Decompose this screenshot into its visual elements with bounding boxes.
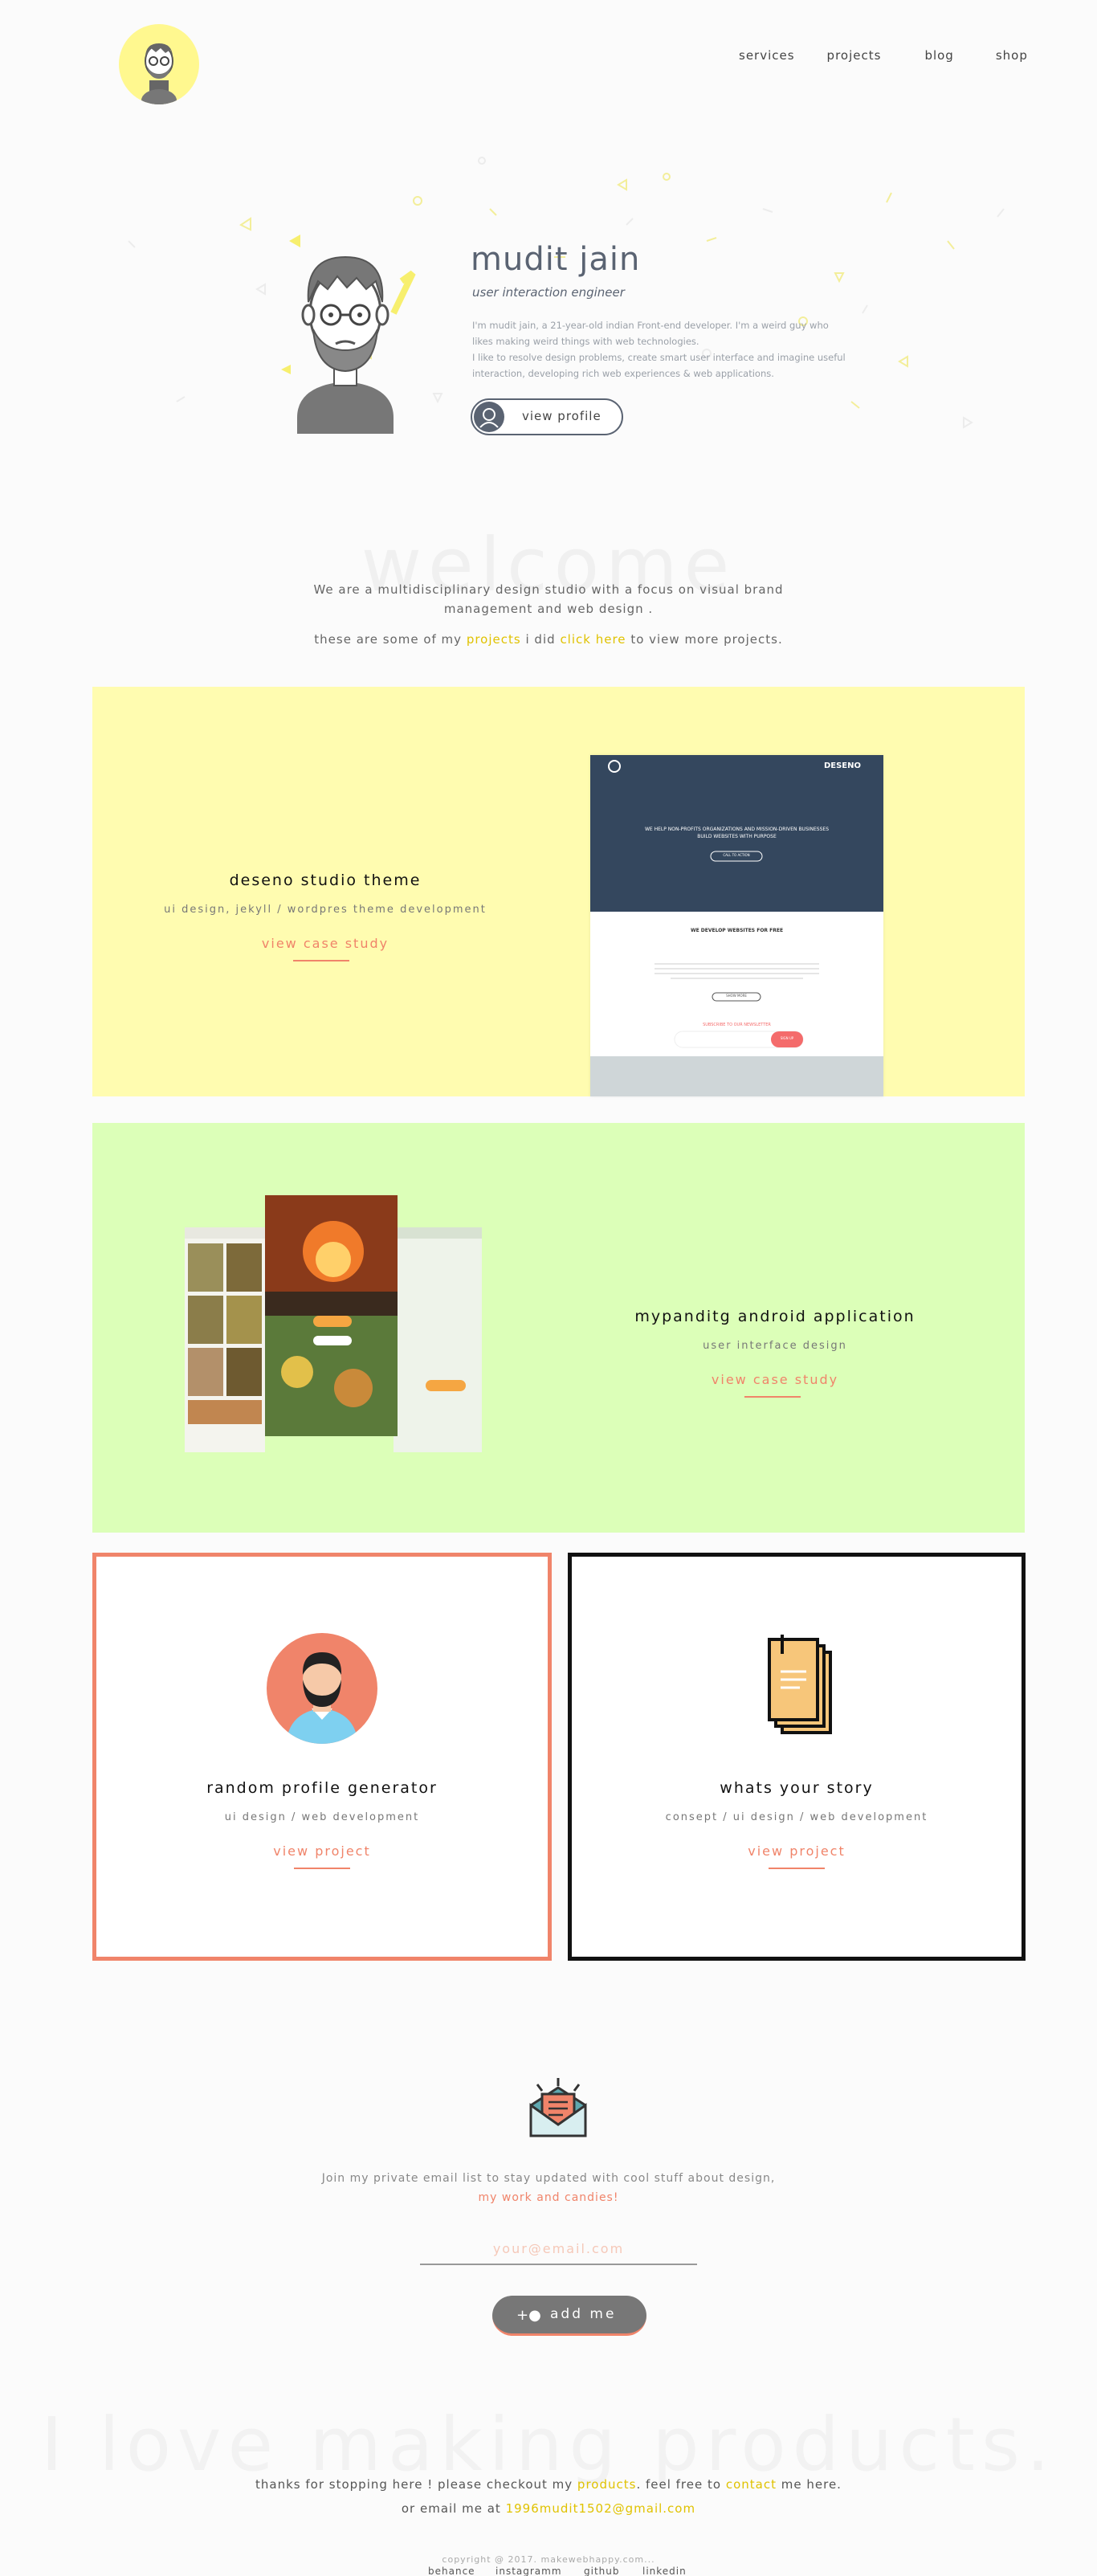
project-card-deseno: deseno studio theme ui design, jekyll / … xyxy=(92,687,1025,1096)
thanks-line1: thanks for stopping here ! please checko… xyxy=(227,2472,870,2496)
projects-intro-prefix: these are some of my xyxy=(314,632,463,647)
link-underline xyxy=(744,1396,801,1398)
project-title: mypanditg android application xyxy=(634,1308,916,1325)
project-subtitle: ui design, jekyll / wordpres theme devel… xyxy=(164,904,487,916)
add-me-button[interactable]: +● add me xyxy=(492,2296,646,2336)
deseno-hero: DESENO WE HELP NON-PROFITS ORGANIZATIONS… xyxy=(590,755,883,912)
view-profile-label: view profile xyxy=(522,409,602,423)
profile-generator-icon xyxy=(267,1633,377,1744)
hero-section: mudit jain user interaction engineer I'm… xyxy=(273,217,846,458)
projects-intro-suffix: to view more projects. xyxy=(630,632,783,647)
deseno-newsletter: SUBSCRIBE TO OUR NEWSLETTER xyxy=(703,1023,771,1027)
deseno-screenshot: DESENO WE HELP NON-PROFITS ORGANIZATIONS… xyxy=(590,755,883,1096)
add-me-label: add me xyxy=(550,2306,617,2322)
mudit-avatar-icon xyxy=(281,235,416,434)
nav-services[interactable]: services xyxy=(739,48,795,63)
project-card-random-profile: random profile generator ui design / web… xyxy=(92,1553,552,1961)
avatar-icon xyxy=(141,43,177,104)
email-link[interactable]: 1996mudit1502@gmail.com xyxy=(506,2501,696,2516)
header: services projects blog shop xyxy=(0,0,1097,112)
link-underline xyxy=(294,1868,350,1869)
contact-link[interactable]: contact xyxy=(726,2477,777,2492)
hero-name: mudit jain xyxy=(471,241,641,278)
add-user-icon: +● xyxy=(516,2307,541,2324)
newsletter-text: Join my private email list to stay updat… xyxy=(308,2169,789,2207)
project-subtitle: user interface design xyxy=(703,1340,847,1352)
android-app-screens xyxy=(185,1195,482,1452)
projects-link[interactable]: projects xyxy=(467,632,521,647)
hero-bio-line1: I'm mudit jain, a 21-year-old indian Fro… xyxy=(472,320,829,347)
linkedin-link[interactable]: linkedin xyxy=(642,2566,687,2576)
project-title: random profile generator xyxy=(206,1779,438,1797)
project-subtitle: ui design / web development xyxy=(224,1811,420,1823)
intro-text: We are a multidisciplinary design studio… xyxy=(313,582,784,616)
project-subtitle: consept / ui design / web development xyxy=(665,1811,928,1823)
newsletter-line1: Join my private email list to stay updat… xyxy=(321,2172,776,2185)
email-input[interactable] xyxy=(420,2233,697,2265)
projects-intro: these are some of my projects i did clic… xyxy=(267,632,830,647)
newsletter-envelope-icon xyxy=(529,2078,587,2137)
products-link[interactable]: products xyxy=(577,2477,637,2492)
deseno-brand: DESENO xyxy=(823,761,861,770)
nav-projects[interactable]: projects xyxy=(827,48,882,63)
link-underline xyxy=(769,1868,825,1869)
email-prefix: or email me at xyxy=(401,2501,501,2516)
thanks-prefix: thanks for stopping here ! please checko… xyxy=(255,2477,573,2492)
hero-bio: I'm mudit jain, a 21-year-old indian Fro… xyxy=(472,317,850,382)
view-case-study-link[interactable]: view case study xyxy=(141,936,510,951)
view-case-study-link[interactable]: view case study xyxy=(590,1372,960,1387)
click-here-link[interactable]: click here xyxy=(560,632,626,647)
logo-avatar[interactable] xyxy=(119,24,199,104)
github-link[interactable]: github xyxy=(584,2566,619,2576)
behance-link[interactable]: behance xyxy=(428,2566,475,2576)
hero-bio-line2: I like to resolve design problems, creat… xyxy=(472,352,846,379)
deseno-signup: SIGN UP xyxy=(780,1036,794,1040)
thanks-text: thanks for stopping here ! please checko… xyxy=(227,2472,870,2521)
thanks-suffix: me here. xyxy=(781,2477,842,2492)
view-profile-button[interactable]: view profile xyxy=(471,398,623,435)
hero-role: user interaction engineer xyxy=(472,285,625,300)
newsletter-line2: my work and candies! xyxy=(478,2191,619,2204)
deseno-cta: CALL TO ACTION xyxy=(723,853,750,857)
view-project-link[interactable]: view project xyxy=(572,1843,1022,1859)
nav-shop[interactable]: shop xyxy=(996,48,1028,63)
project-title: deseno studio theme xyxy=(229,872,422,889)
instagram-link[interactable]: instagramm xyxy=(495,2566,562,2576)
deseno-show-more: SHOW MORE xyxy=(726,994,747,998)
project-title: whats your story xyxy=(720,1779,874,1797)
thanks-mid: . feel free to xyxy=(636,2477,722,2492)
nav-blog[interactable]: blog xyxy=(924,48,953,63)
deseno-footer-photo xyxy=(590,1056,883,1096)
document-stack-icon xyxy=(768,1635,832,1734)
project-card-mypanditg: mypanditg android application user inter… xyxy=(92,1123,1025,1533)
deseno-headline: WE HELP NON-PROFITS ORGANIZATIONS AND MI… xyxy=(644,827,830,839)
link-underline xyxy=(293,960,349,961)
profile-icon xyxy=(474,402,504,432)
projects-intro-mid: i did xyxy=(525,632,556,647)
copyright: copyright @ 2017. makewebhappy.com... xyxy=(442,2554,655,2565)
project-card-whats-your-story: whats your story consept / ui design / w… xyxy=(568,1553,1026,1961)
main-nav: services projects blog shop xyxy=(707,48,1028,63)
view-project-link[interactable]: view project xyxy=(96,1843,548,1859)
thanks-line2: or email me at 1996mudit1502@gmail.com xyxy=(227,2496,870,2521)
deseno-section-title: WE DEVELOP WEBSITES FOR FREE xyxy=(690,928,784,933)
